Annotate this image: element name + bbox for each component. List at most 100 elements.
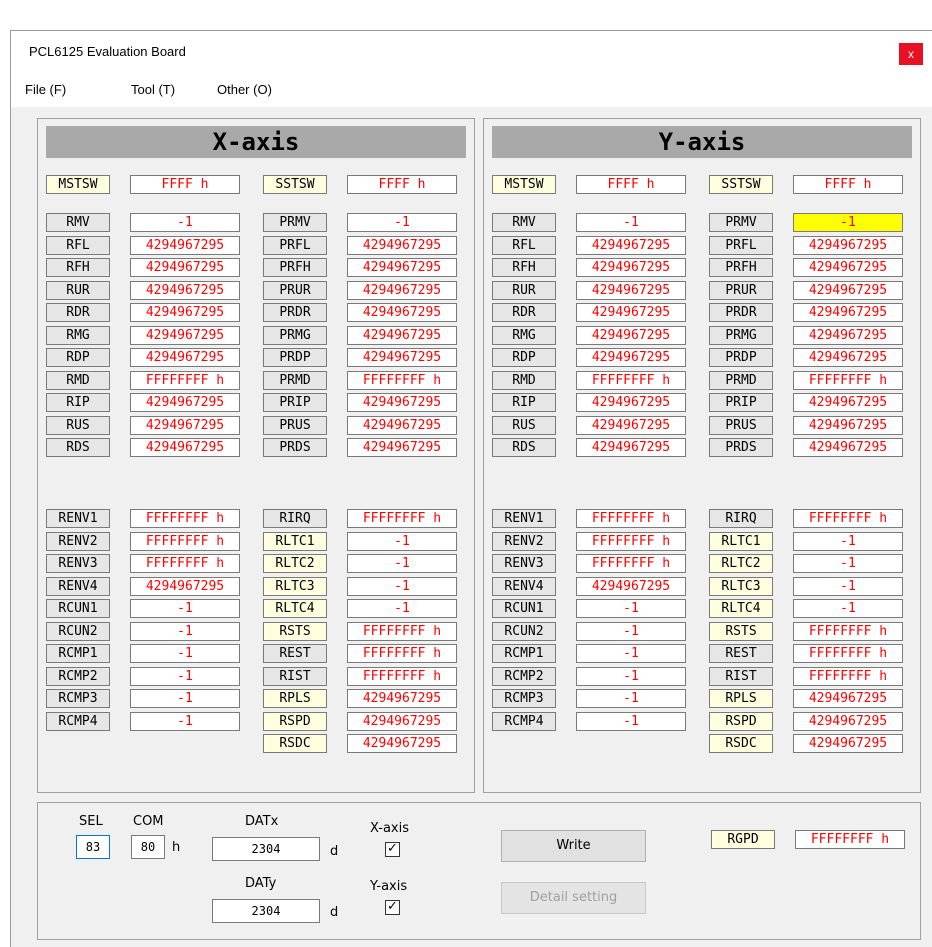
x-axis-rltc4-value[interactable]: -1: [347, 599, 457, 618]
x-axis-renv1-value[interactable]: FFFFFFFF h: [130, 509, 240, 528]
write-button[interactable]: Write: [501, 830, 646, 862]
y-axis-prmv-value[interactable]: -1: [793, 213, 903, 232]
x-axis-rmg-value[interactable]: 4294967295: [130, 326, 240, 345]
x-axis-rip-value[interactable]: 4294967295: [130, 393, 240, 412]
y-axis-prfh-value[interactable]: 4294967295: [793, 258, 903, 277]
x-axis-prmg-value[interactable]: 4294967295: [347, 326, 457, 345]
y-axis-rdp-value[interactable]: 4294967295: [576, 348, 686, 367]
y-axis-rip-value[interactable]: 4294967295: [576, 393, 686, 412]
x-axis-rcmp3-value[interactable]: -1: [130, 689, 240, 708]
y-axis-prip-value[interactable]: 4294967295: [793, 393, 903, 412]
y-axis-rus-value[interactable]: 4294967295: [576, 416, 686, 435]
x-axis-rist-value[interactable]: FFFFFFFF h: [347, 667, 457, 686]
x-axis-rdr-value[interactable]: 4294967295: [130, 303, 240, 322]
y-axis-renv4-value[interactable]: 4294967295: [576, 577, 686, 596]
y-axis-rltc4-value[interactable]: -1: [793, 599, 903, 618]
y-axis-rpls-value[interactable]: 4294967295: [793, 689, 903, 708]
y-axis-renv1-value[interactable]: FFFFFFFF h: [576, 509, 686, 528]
y-axis-rdr-value[interactable]: 4294967295: [576, 303, 686, 322]
y-axis-rist-value[interactable]: FFFFFFFF h: [793, 667, 903, 686]
x-axis-rest-value[interactable]: FFFFFFFF h: [347, 644, 457, 663]
y-axis-rds-value[interactable]: 4294967295: [576, 438, 686, 457]
rgpd-value[interactable]: FFFFFFFF h: [795, 830, 905, 849]
y-axis-rsts-value[interactable]: FFFFFFFF h: [793, 622, 903, 641]
y-axis-rsdc-value[interactable]: 4294967295: [793, 734, 903, 753]
daty-input[interactable]: 2304: [212, 899, 320, 923]
y-axis-rcmp2-value[interactable]: -1: [576, 667, 686, 686]
y-axis-rcun1-value[interactable]: -1: [576, 599, 686, 618]
x-axis-rspd-value[interactable]: 4294967295: [347, 712, 457, 731]
menu-other[interactable]: Other (O): [217, 82, 272, 97]
x-axis-rltc3-value[interactable]: -1: [347, 577, 457, 596]
x-axis-prus-value[interactable]: 4294967295: [347, 416, 457, 435]
detail-setting-button[interactable]: Detail setting: [501, 882, 646, 914]
y-axis-prfl-value[interactable]: 4294967295: [793, 236, 903, 255]
x-axis-checkbox[interactable]: ✓: [385, 842, 400, 857]
x-axis-prfh-value[interactable]: 4294967295: [347, 258, 457, 277]
y-axis-rmv-value[interactable]: -1: [576, 213, 686, 232]
menu-file[interactable]: File (F): [25, 82, 66, 97]
x-axis-renv3-value[interactable]: FFFFFFFF h: [130, 554, 240, 573]
x-axis-rltc2-value[interactable]: -1: [347, 554, 457, 573]
x-axis-rltc1-value[interactable]: -1: [347, 532, 457, 551]
y-axis-mstsw-value[interactable]: FFFF h: [576, 175, 686, 194]
y-axis-prus-value[interactable]: 4294967295: [793, 416, 903, 435]
y-axis-prmg-value[interactable]: 4294967295: [793, 326, 903, 345]
x-axis-rcmp2-value[interactable]: -1: [130, 667, 240, 686]
y-axis-prur-value[interactable]: 4294967295: [793, 281, 903, 300]
x-axis-prdp-value[interactable]: 4294967295: [347, 348, 457, 367]
x-axis-rds-value[interactable]: 4294967295: [130, 438, 240, 457]
x-axis-rur-value[interactable]: 4294967295: [130, 281, 240, 300]
y-axis-rirq-value[interactable]: FFFFFFFF h: [793, 509, 903, 528]
datx-input[interactable]: 2304: [212, 837, 320, 861]
y-axis-rcmp1-value[interactable]: -1: [576, 644, 686, 663]
x-axis-rpls-value[interactable]: 4294967295: [347, 689, 457, 708]
x-axis-prds-value[interactable]: 4294967295: [347, 438, 457, 457]
x-axis-rirq-value[interactable]: FFFFFFFF h: [347, 509, 457, 528]
x-axis-rfl-value[interactable]: 4294967295: [130, 236, 240, 255]
x-axis-mstsw-value[interactable]: FFFF h: [130, 175, 240, 194]
x-axis-rmd-value[interactable]: FFFFFFFF h: [130, 371, 240, 390]
x-axis-prmv-value[interactable]: -1: [347, 213, 457, 232]
y-axis-rltc2-value[interactable]: -1: [793, 554, 903, 573]
x-axis-prmd-value[interactable]: FFFFFFFF h: [347, 371, 457, 390]
x-axis-rsts-value[interactable]: FFFFFFFF h: [347, 622, 457, 641]
x-axis-prdr-value[interactable]: 4294967295: [347, 303, 457, 322]
y-axis-rltc1-value[interactable]: -1: [793, 532, 903, 551]
y-axis-prmd-value[interactable]: FFFFFFFF h: [793, 371, 903, 390]
x-axis-prfl-value[interactable]: 4294967295: [347, 236, 457, 255]
x-axis-renv2-value[interactable]: FFFFFFFF h: [130, 532, 240, 551]
y-axis-prdp-value[interactable]: 4294967295: [793, 348, 903, 367]
x-axis-prur-value[interactable]: 4294967295: [347, 281, 457, 300]
y-axis-rspd-value[interactable]: 4294967295: [793, 712, 903, 731]
y-axis-rmd-value[interactable]: FFFFFFFF h: [576, 371, 686, 390]
x-axis-sstsw-value[interactable]: FFFF h: [347, 175, 457, 194]
y-axis-rltc3-value[interactable]: -1: [793, 577, 903, 596]
y-axis-rest-value[interactable]: FFFFFFFF h: [793, 644, 903, 663]
y-axis-checkbox[interactable]: ✓: [385, 900, 400, 915]
x-axis-rcmp1-value[interactable]: -1: [130, 644, 240, 663]
x-axis-rcun1-value[interactable]: -1: [130, 599, 240, 618]
x-axis-rfh-value[interactable]: 4294967295: [130, 258, 240, 277]
y-axis-rcmp4-value[interactable]: -1: [576, 712, 686, 731]
x-axis-rus-value[interactable]: 4294967295: [130, 416, 240, 435]
x-axis-renv4-value[interactable]: 4294967295: [130, 577, 240, 596]
close-button[interactable]: x: [899, 43, 923, 65]
x-axis-rdp-value[interactable]: 4294967295: [130, 348, 240, 367]
y-axis-rur-value[interactable]: 4294967295: [576, 281, 686, 300]
y-axis-prds-value[interactable]: 4294967295: [793, 438, 903, 457]
y-axis-rfl-value[interactable]: 4294967295: [576, 236, 686, 255]
com-input[interactable]: 80: [131, 835, 165, 859]
x-axis-rsdc-value[interactable]: 4294967295: [347, 734, 457, 753]
menu-tool[interactable]: Tool (T): [131, 82, 175, 97]
x-axis-prip-value[interactable]: 4294967295: [347, 393, 457, 412]
y-axis-rfh-value[interactable]: 4294967295: [576, 258, 686, 277]
sel-input[interactable]: 83: [76, 835, 110, 859]
x-axis-rmv-value[interactable]: -1: [130, 213, 240, 232]
y-axis-rmg-value[interactable]: 4294967295: [576, 326, 686, 345]
y-axis-rcmp3-value[interactable]: -1: [576, 689, 686, 708]
x-axis-rcun2-value[interactable]: -1: [130, 622, 240, 641]
y-axis-renv3-value[interactable]: FFFFFFFF h: [576, 554, 686, 573]
x-axis-rcmp4-value[interactable]: -1: [130, 712, 240, 731]
y-axis-sstsw-value[interactable]: FFFF h: [793, 175, 903, 194]
